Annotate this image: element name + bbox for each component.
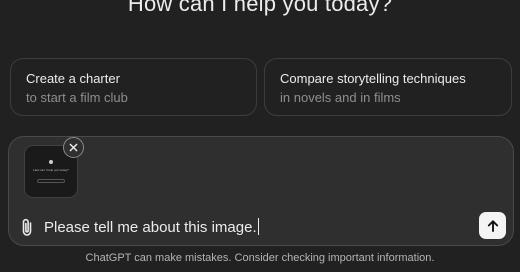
page-title: How can I help you today? <box>127 0 393 16</box>
thumbnail-input-box <box>37 179 65 183</box>
text-caret <box>257 218 259 235</box>
arrow-up-icon <box>487 219 498 232</box>
thumbnail-logo-icon <box>49 160 53 164</box>
suggestion-title: Compare storytelling techniques <box>280 71 466 86</box>
send-button[interactable] <box>479 212 506 239</box>
message-input[interactable]: Please tell me about this image. <box>44 218 259 237</box>
suggestion-card-create-charter[interactable]: Create a charter to start a film club <box>10 58 257 116</box>
suggestion-title: Create a charter <box>26 71 120 86</box>
thumbnail-text: How can I help you today? <box>33 168 69 172</box>
close-icon <box>69 143 78 152</box>
suggestion-card-compare-storytelling[interactable]: Compare storytelling techniques in novel… <box>264 58 512 116</box>
disclaimer-text: ChatGPT can make mistakes. Consider chec… <box>85 252 435 264</box>
paperclip-icon[interactable] <box>20 217 34 237</box>
suggestion-subtitle: in novels and in films <box>280 90 401 105</box>
message-composer[interactable]: How can I help you today? Please tell me… <box>8 136 514 246</box>
suggestion-subtitle: to start a film club <box>26 90 128 105</box>
message-text: Please tell me about this image. <box>44 219 257 236</box>
remove-attachment-button[interactable] <box>63 137 84 158</box>
